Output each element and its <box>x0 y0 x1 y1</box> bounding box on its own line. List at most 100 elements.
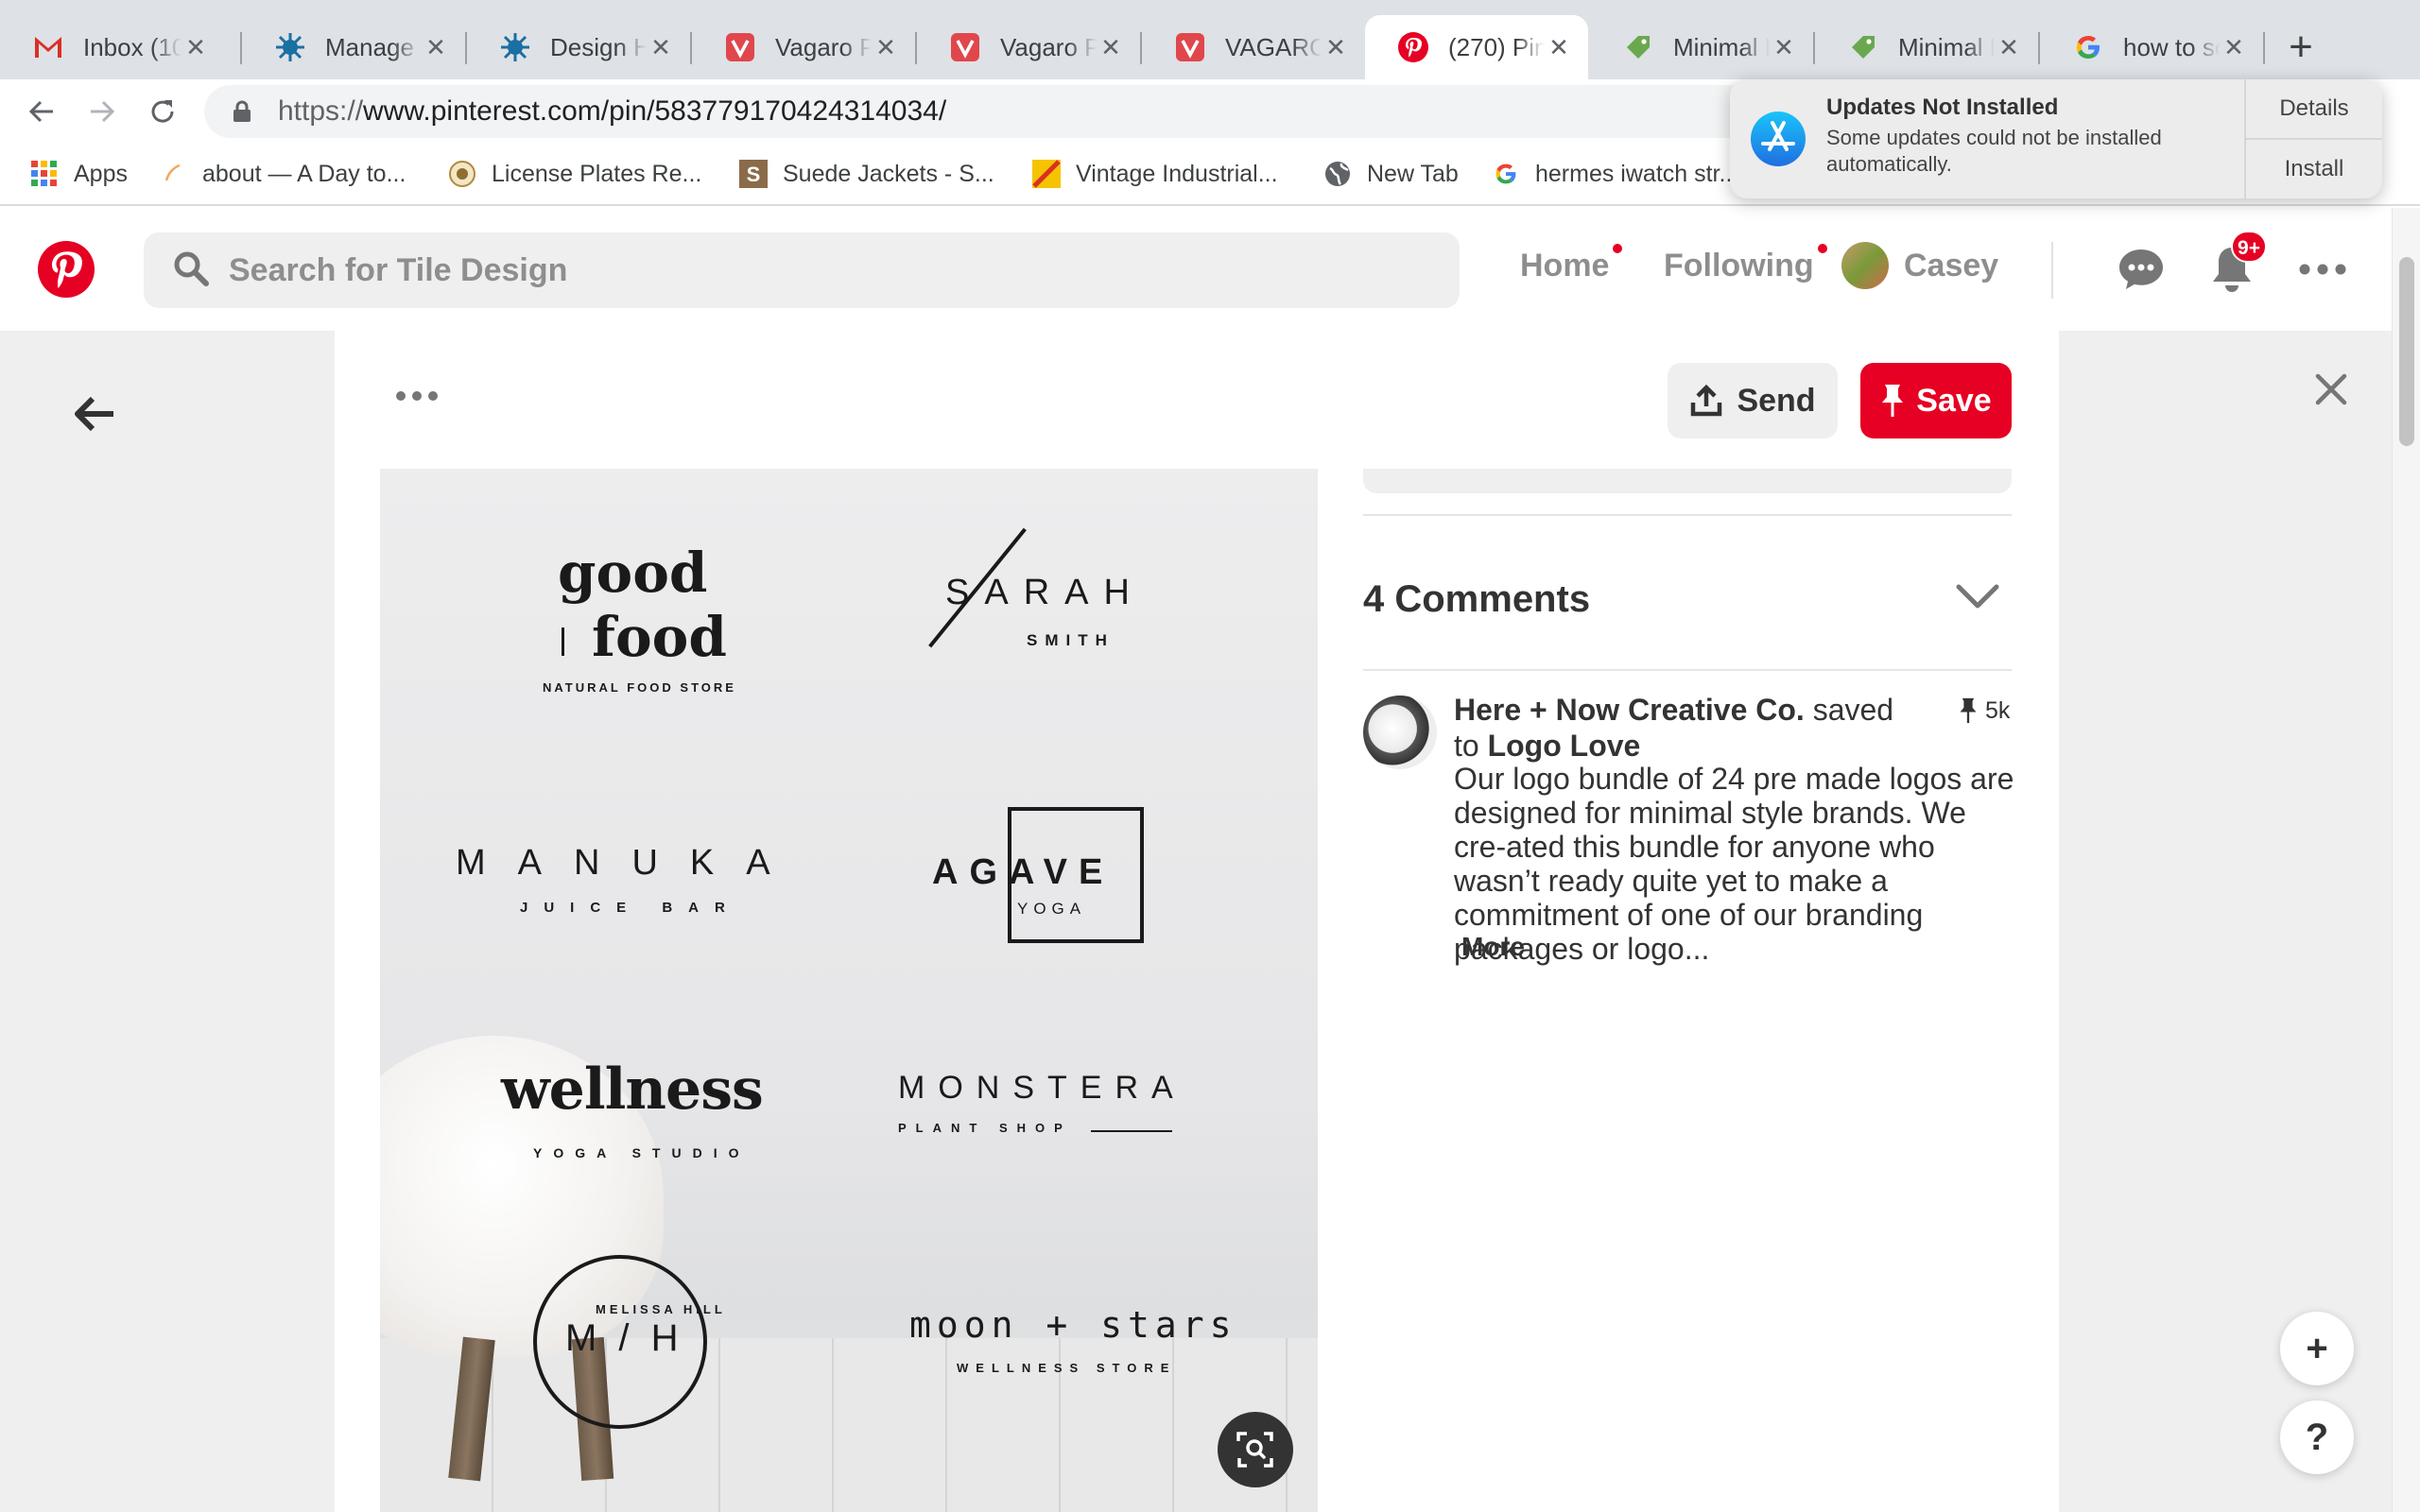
reload-button[interactable] <box>142 91 183 132</box>
nav-following-label: Following <box>1664 248 1814 284</box>
tab-vagaro-3[interactable]: VAGARO ✕ <box>1142 15 1365 79</box>
comments-title: 4 Comments <box>1363 578 1591 620</box>
globe-icon <box>1322 158 1354 190</box>
s-logo-icon: S <box>737 158 769 190</box>
comment-header: Here + Now Creative Co. saved to Logo Lo… <box>1454 692 1945 764</box>
tab-minimal-2[interactable]: Minimal L ✕ <box>1815 15 2038 79</box>
system-notification[interactable]: Updates Not Installed Some updates could… <box>1730 79 2382 198</box>
close-icon[interactable]: ✕ <box>2220 33 2248 62</box>
address-bar[interactable]: https://www.pinterest.com/pin/5837791704… <box>204 85 1849 138</box>
details-button[interactable]: Details <box>2246 79 2382 140</box>
more-link[interactable]: More <box>1461 932 1525 962</box>
tab-vagaro-1[interactable]: Vagaro Pr ✕ <box>692 15 915 79</box>
tab-manage[interactable]: Manage P ✕ <box>242 15 465 79</box>
bookmark-vintage[interactable]: Vintage Industrial... <box>1030 155 1278 193</box>
chevron-down-icon[interactable] <box>1955 582 2000 615</box>
lens-search-icon <box>1236 1432 1273 1468</box>
pinterest-logo-icon[interactable] <box>38 241 95 302</box>
add-pin-button[interactable]: + <box>2280 1312 2354 1385</box>
tab-title: Inbox (10) <box>83 32 182 61</box>
save-button[interactable]: Save <box>1860 363 2012 438</box>
logo-mh: M / H <box>565 1317 684 1359</box>
pinterest-header: Home Following Casey 9+ <box>0 208 2392 331</box>
logo-monstera: MONSTERA <box>898 1070 1186 1106</box>
arrow-right-icon <box>91 100 115 123</box>
bookmark-suede[interactable]: S Suede Jackets - S... <box>737 155 994 193</box>
search-bar[interactable] <box>144 232 1460 308</box>
close-icon[interactable]: ✕ <box>182 33 210 62</box>
comment-to: to <box>1454 729 1479 763</box>
bookmark-label: Apps <box>74 160 128 187</box>
unread-dot <box>1613 244 1623 253</box>
bookmark-label: New Tab <box>1367 160 1459 187</box>
avatar[interactable] <box>1841 242 1889 289</box>
tab-vagaro-2[interactable]: Vagaro Pr ✕ <box>917 15 1140 79</box>
bookmark-license[interactable]: License Plates Re... <box>446 155 701 193</box>
tab-title: Vagaro Pr <box>1000 32 1097 61</box>
bookmark-hermes[interactable]: hermes iwatch str... <box>1490 155 1738 193</box>
messages-icon[interactable] <box>2116 244 2167 295</box>
scrollbar[interactable] <box>2392 208 2420 1512</box>
tab-gmail[interactable]: Inbox (10) ✕ <box>0 15 225 79</box>
tab-separator <box>2263 32 2265 64</box>
close-icon[interactable] <box>2312 370 2350 413</box>
close-icon[interactable]: ✕ <box>1770 33 1798 62</box>
bookmark-apps[interactable]: Apps <box>28 155 128 193</box>
section-divider <box>1363 514 2012 516</box>
visual-search-button[interactable] <box>1218 1412 1293 1487</box>
header-divider <box>2051 242 2053 299</box>
nav-following[interactable]: Following <box>1664 244 1827 284</box>
close-icon[interactable]: ✕ <box>1322 33 1350 62</box>
search-icon <box>172 249 210 292</box>
bookmark-about[interactable]: about — A Day to... <box>157 155 406 193</box>
scrollbar-thumb[interactable] <box>2399 257 2414 446</box>
notification-count-badge: 9+ <box>2231 231 2267 263</box>
logo-good-food-sub: NATURAL FOOD STORE <box>543 680 736 695</box>
comment-author[interactable]: Here + Now Creative Co. <box>1454 693 1805 727</box>
pin-more-options-icon[interactable] <box>395 389 439 406</box>
tab-minimal-1[interactable]: Minimal L ✕ <box>1590 15 1813 79</box>
close-icon[interactable]: ✕ <box>872 33 900 62</box>
logo-mh-sub: MELISSA HILL <box>596 1302 726 1316</box>
logo-moon-sub: WELLNESS STORE <box>957 1361 1177 1375</box>
logo-manuka-sub: JUICE BAR <box>520 900 741 916</box>
back-arrow-icon[interactable] <box>72 395 117 438</box>
close-icon[interactable]: ✕ <box>1097 33 1125 62</box>
comment-board[interactable]: Logo Love <box>1488 729 1641 763</box>
help-button[interactable]: ? <box>2280 1400 2354 1474</box>
tab-pinterest[interactable]: (270) Pin ✕ <box>1365 15 1588 79</box>
more-options-icon[interactable] <box>2297 244 2348 295</box>
tab-design[interactable]: Design Ha ✕ <box>467 15 690 79</box>
notification-body: Updates Not Installed Some updates could… <box>1826 79 2244 198</box>
search-input[interactable] <box>229 251 1363 289</box>
tag-icon <box>1847 31 1879 63</box>
close-icon[interactable]: ✕ <box>1995 33 2023 62</box>
nav-home[interactable]: Home <box>1520 244 1623 284</box>
tab-title: Minimal L <box>1898 32 1995 61</box>
browser-tab-strip: Inbox (10) ✕ Manage P ✕ Design Ha ✕ Vaga… <box>0 0 2420 79</box>
tab-title: how to sc <box>2123 32 2220 61</box>
nav-profile[interactable]: Casey <box>1904 248 1998 284</box>
bookmark-label: hermes iwatch str... <box>1535 160 1739 187</box>
forward-button[interactable] <box>81 91 123 132</box>
bookmark-new-tab[interactable]: New Tab <box>1322 155 1459 193</box>
pushpin-icon <box>1882 385 1904 417</box>
logo-manuka: MANUKA <box>456 843 803 883</box>
close-icon[interactable]: ✕ <box>1545 33 1573 62</box>
back-button[interactable] <box>21 91 62 132</box>
close-icon[interactable]: ✕ <box>422 33 450 62</box>
close-icon[interactable]: ✕ <box>647 33 675 62</box>
install-button[interactable]: Install <box>2246 140 2382 198</box>
logo-good: good <box>558 541 708 605</box>
avatar[interactable] <box>1363 696 1437 769</box>
send-button[interactable]: Send <box>1668 363 1838 438</box>
logo-wellness-sub: YOGA STUDIO <box>533 1145 751 1160</box>
new-tab-button[interactable]: + <box>2278 25 2324 70</box>
vagaro-icon <box>1174 31 1206 63</box>
tab-google[interactable]: how to sc ✕ <box>2040 15 2263 79</box>
notification-actions: Details Install <box>2244 79 2382 198</box>
logo-sarah-sub: SMITH <box>1027 631 1115 649</box>
pushpin-icon <box>1960 697 1977 724</box>
logo-rule <box>1091 1130 1172 1132</box>
pin-image[interactable]: good food NATURAL FOOD STORE SARAH SMITH… <box>380 469 1318 1512</box>
